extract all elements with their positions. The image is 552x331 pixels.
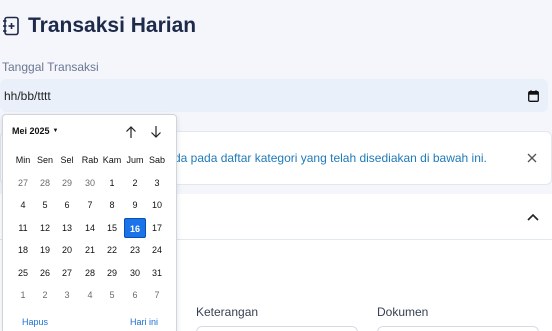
month-select[interactable]: Mei 2025 ▼: [12, 126, 58, 136]
calendar-day[interactable]: 14: [79, 218, 101, 238]
app-root: Transaksi Harian Tanggal Transaksi hh/bb…: [0, 0, 552, 331]
calendar-day[interactable]: 15: [101, 218, 123, 238]
journal-plus-icon: [2, 16, 20, 36]
calendar-day[interactable]: 1: [12, 285, 34, 305]
calendar-day[interactable]: 3: [146, 173, 168, 193]
keterangan-label: Keterangan: [196, 305, 259, 319]
caret-down-icon[interactable]: ▼: [53, 128, 59, 134]
date-input[interactable]: hh/bb/tttt: [0, 79, 548, 112]
page-title: Transaksi Harian: [28, 14, 197, 37]
calendar-day[interactable]: 4: [12, 195, 34, 215]
calendar-day[interactable]: 22: [101, 240, 123, 260]
calendar-day[interactable]: 5: [101, 285, 123, 305]
calendar-day[interactable]: 16: [124, 217, 146, 238]
calendar-day[interactable]: 2: [124, 173, 146, 193]
dokumen-label: Dokumen: [377, 305, 429, 319]
weekday-label: Min: [15, 155, 31, 165]
info-banner-text: da pada daftar kategori yang telah dised…: [174, 151, 487, 165]
calendar-day[interactable]: 24: [146, 240, 168, 260]
calendar-day[interactable]: 7: [79, 195, 101, 215]
arrow-down-icon[interactable]: [148, 124, 164, 140]
page-header: Transaksi Harian: [2, 14, 196, 38]
date-picker-popup: Mei 2025 ▼ Min Sen Sel Rab Kam Jum Sab 27 28 29 3…: [2, 114, 177, 331]
calendar-day[interactable]: 1: [101, 173, 123, 193]
calendar-day[interactable]: 29: [101, 263, 123, 283]
calendar-day[interactable]: 26: [34, 263, 56, 283]
dokumen-input[interactable]: [377, 326, 539, 331]
keterangan-input[interactable]: [196, 326, 358, 331]
calendar-day[interactable]: 27: [12, 173, 34, 193]
calendar-day[interactable]: 31: [146, 263, 168, 283]
calendar-icon[interactable]: [526, 89, 540, 103]
calendar-day[interactable]: 30: [79, 173, 101, 193]
calendar-day[interactable]: 28: [34, 173, 56, 193]
calendar-day[interactable]: 25: [12, 263, 34, 283]
arrow-up-icon[interactable]: [123, 124, 139, 140]
calendar-day[interactable]: 4: [79, 285, 101, 305]
calendar-day[interactable]: 3: [56, 285, 78, 305]
calendar-day[interactable]: 28: [79, 263, 101, 283]
date-field-label: Tanggal Transaksi: [2, 60, 99, 74]
weekday-label: Kam: [102, 155, 122, 165]
close-icon[interactable]: [524, 150, 540, 166]
weekday-label: Sen: [36, 155, 53, 165]
calendar-day[interactable]: 8: [101, 195, 123, 215]
calendar-day[interactable]: 17: [146, 218, 168, 238]
weekday-label: Sel: [60, 155, 74, 165]
date-input-value[interactable]: hh/bb/tttt: [4, 89, 526, 103]
calendar-day[interactable]: 9: [124, 195, 146, 215]
calendar-day[interactable]: 29: [56, 173, 78, 193]
calendar-day[interactable]: 19: [34, 240, 56, 260]
calendar-day[interactable]: 7: [146, 285, 168, 305]
today-button[interactable]: Hari ini: [130, 317, 158, 327]
calendar-day[interactable]: 21: [79, 240, 101, 260]
weekday-label: Rab: [81, 155, 99, 165]
calendar-day[interactable]: 20: [56, 240, 78, 260]
calendar-day[interactable]: 27: [56, 263, 78, 283]
calendar-day[interactable]: 10: [146, 195, 168, 215]
calendar-day[interactable]: 11: [12, 218, 34, 238]
calendar-day[interactable]: 2: [34, 285, 56, 305]
calendar-day[interactable]: 5: [34, 195, 56, 215]
calendar-day[interactable]: 6: [56, 195, 78, 215]
calendar-day[interactable]: 23: [124, 240, 146, 260]
calendar-day[interactable]: 6: [124, 285, 146, 305]
calendar-day[interactable]: 12: [34, 218, 56, 238]
calendar-day[interactable]: 30: [124, 263, 146, 283]
month-label[interactable]: Mei 2025: [12, 126, 50, 136]
weekday-label: Sab: [148, 155, 165, 165]
calendar-day[interactable]: 13: [56, 218, 78, 238]
chevron-up-icon[interactable]: [525, 209, 541, 225]
clear-date-button[interactable]: Hapus: [22, 317, 48, 327]
calendar-day[interactable]: 18: [12, 240, 34, 260]
weekday-label: Jum: [126, 155, 144, 165]
